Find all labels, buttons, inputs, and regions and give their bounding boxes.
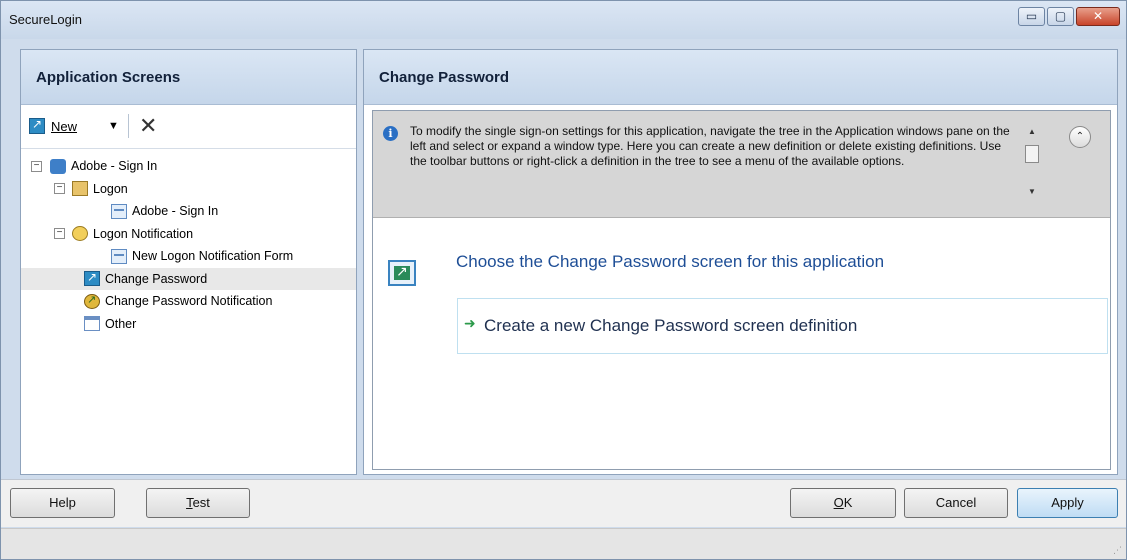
application-screens-header: Application Screens <box>21 50 356 105</box>
application-screens-pane: Application Screens New ▼ ✕ − Adobe - Si… <box>20 49 357 475</box>
window-icon <box>84 316 100 332</box>
collapse-icon[interactable]: − <box>54 183 65 195</box>
cancel-button-label: Cancel <box>935 495 977 510</box>
change-password-pane: Change Password i To modify the single s… <box>363 49 1118 475</box>
change-password-notification-icon <box>84 293 100 309</box>
change-password-header: Change Password <box>364 50 1117 105</box>
create-definition-label: Create a new Change Password screen defi… <box>484 316 858 335</box>
collapse-icon[interactable]: − <box>31 160 42 172</box>
button-bar: Help Test OK Cancel Apply <box>1 479 1126 527</box>
application-icon <box>50 158 66 174</box>
new-dropdown-icon[interactable]: ▼ <box>108 120 119 132</box>
tree-item-label: Change Password <box>105 271 208 286</box>
ok-button[interactable]: OK <box>790 488 896 518</box>
notification-icon <box>72 226 88 242</box>
scroll-down-icon[interactable]: ▼ <box>1028 187 1036 196</box>
apply-button[interactable]: Apply <box>1017 488 1118 518</box>
arrow-right-icon: ➜ <box>464 315 476 331</box>
change-password-screen-icon: ↗ <box>388 260 416 286</box>
new-button[interactable]: New <box>29 117 78 134</box>
help-button-label: Help <box>49 495 76 510</box>
toolbar-separator <box>128 114 129 138</box>
tree-item-label: Logon Notification <box>93 226 194 241</box>
delete-icon[interactable]: ✕ <box>139 113 157 139</box>
maximize-button[interactable]: ▢ <box>1047 7 1074 26</box>
tree-item-new-logon-notification-form[interactable]: New Logon Notification Form <box>21 245 356 268</box>
title-bar[interactable]: SecureLogin ▭ ▢ ✕ <box>1 1 1126 39</box>
tree-item-label: New Logon Notification Form <box>132 249 294 264</box>
info-scrollbar[interactable]: ▲ ▼ <box>1025 125 1043 201</box>
cancel-button[interactable]: Cancel <box>904 488 1008 518</box>
tree-item-label: Adobe - Sign In <box>132 204 219 219</box>
form-icon <box>111 203 127 219</box>
test-button[interactable]: Test <box>146 488 250 518</box>
minimize-icon: ▭ <box>1025 9 1038 23</box>
new-button-label: New <box>51 118 78 134</box>
collapse-icon[interactable]: − <box>54 228 65 240</box>
tree-item-label: Adobe - Sign In <box>71 159 158 174</box>
resize-grip-icon[interactable]: ⋰ <box>1113 545 1122 556</box>
ok-button-label: K <box>843 495 853 510</box>
window-title: SecureLogin <box>9 12 82 27</box>
collapse-info-button[interactable]: ⌃ <box>1069 126 1091 148</box>
apply-button-label: Apply <box>1051 495 1084 510</box>
info-icon: i <box>383 126 398 141</box>
tree-item-logon-notification[interactable]: − Logon Notification <box>21 223 356 246</box>
info-text: To modify the single sign-on settings fo… <box>410 124 1010 168</box>
tree-toolbar: New ▼ ✕ <box>21 105 356 149</box>
window-controls: ▭ ▢ ✕ <box>1018 7 1120 26</box>
create-definition-link[interactable]: ➜ Create a new Change Password screen de… <box>457 298 1108 354</box>
content-area: i To modify the single sign-on settings … <box>372 110 1111 470</box>
tree-item-label: Change Password Notification <box>105 294 273 309</box>
tree-item-adobe-sign-in[interactable]: − Adobe - Sign In <box>21 155 356 178</box>
application-screens-title: Application Screens <box>36 69 181 86</box>
change-password-title: Change Password <box>379 69 510 86</box>
ok-mnemonic: O <box>833 495 844 510</box>
choose-screen-heading: Choose the Change Password screen for th… <box>456 252 885 271</box>
tree-item-change-password-notification[interactable]: Change Password Notification <box>21 290 356 313</box>
logon-key-icon <box>72 181 88 197</box>
form-icon <box>111 248 127 264</box>
info-panel: i To modify the single sign-on settings … <box>373 111 1110 218</box>
tree-item-change-password[interactable]: Change Password <box>21 267 356 290</box>
test-button-label: est <box>192 495 210 510</box>
tree-item-other[interactable]: Other <box>21 313 356 336</box>
tree-item-label: Other <box>105 316 137 331</box>
status-bar: ⋰ <box>1 528 1126 559</box>
tree-item-logon-adobe-sign-in[interactable]: Adobe - Sign In <box>21 200 356 223</box>
application-tree: − Adobe - Sign In − Logon Adobe - Sign I… <box>21 149 356 335</box>
scroll-up-icon[interactable]: ▲ <box>1028 127 1036 136</box>
tree-item-logon[interactable]: − Logon <box>21 178 356 201</box>
securelogin-window: SecureLogin ▭ ▢ ✕ Application Screens Ne… <box>0 0 1127 560</box>
minimize-button[interactable]: ▭ <box>1018 7 1045 26</box>
scroll-thumb[interactable] <box>1025 145 1039 163</box>
tree-item-label: Logon <box>93 181 128 196</box>
maximize-icon: ▢ <box>1054 9 1067 23</box>
close-button[interactable]: ✕ <box>1076 7 1120 26</box>
change-password-icon <box>84 270 100 287</box>
help-button[interactable]: Help <box>10 488 115 518</box>
new-definition-icon <box>29 117 45 134</box>
close-icon: ✕ <box>1092 9 1104 23</box>
